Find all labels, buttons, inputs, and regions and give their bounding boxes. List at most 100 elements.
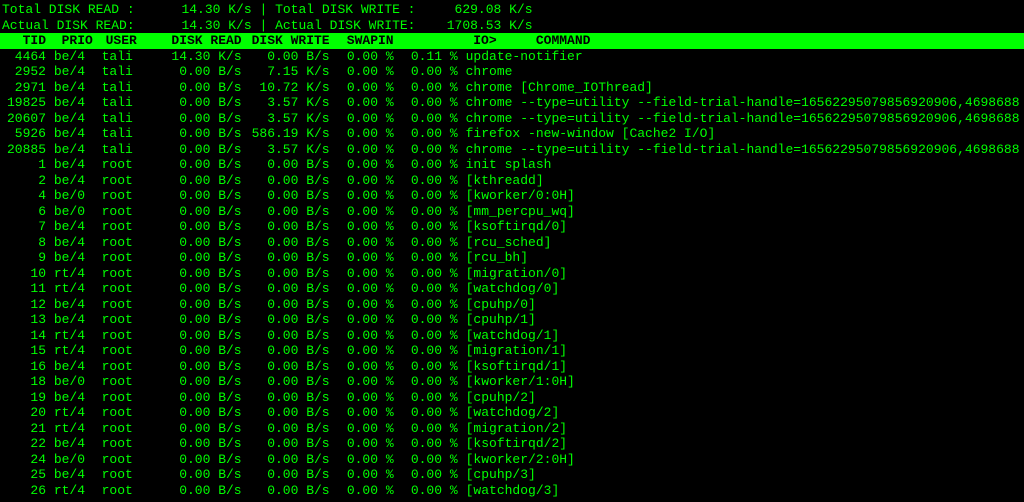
cmd: [ksoftirqd/1] bbox=[458, 359, 567, 375]
io: 0.00 % bbox=[394, 64, 458, 80]
io: 0.00 % bbox=[394, 188, 458, 204]
dr: 0.00 B/s bbox=[154, 266, 242, 282]
dw: 586.19 K/s bbox=[242, 126, 330, 142]
io: 0.11 % bbox=[394, 49, 458, 65]
sw: 0.00 % bbox=[330, 188, 394, 204]
dw: 0.00 B/s bbox=[242, 483, 330, 499]
prio: be/0 bbox=[54, 188, 94, 204]
process-row[interactable]: 5926 be/4 tali0.00 B/s586.19 K/s0.00 %0.… bbox=[0, 126, 1024, 142]
io: 0.00 % bbox=[394, 359, 458, 375]
user: tali bbox=[102, 126, 154, 142]
io: 0.00 % bbox=[394, 374, 458, 390]
column-header-row[interactable]: TID PRIOUSERDISK READDISK WRITESWAPIN IO… bbox=[0, 33, 1024, 49]
process-row[interactable]: 4464 be/4 tali14.30 K/s0.00 B/s0.00 %0.1… bbox=[0, 49, 1024, 65]
process-row[interactable]: 13 be/4 root0.00 B/s0.00 B/s0.00 %0.00 %… bbox=[0, 312, 1024, 328]
tid: 14 bbox=[2, 328, 46, 344]
user: root bbox=[102, 436, 154, 452]
cmd: [kworker/1:0H] bbox=[458, 374, 575, 390]
col-swapin[interactable]: SWAPIN bbox=[330, 33, 394, 49]
prio: be/4 bbox=[54, 142, 94, 158]
tid: 19 bbox=[2, 390, 46, 406]
sw: 0.00 % bbox=[330, 297, 394, 313]
dw: 3.57 K/s bbox=[242, 142, 330, 158]
user: root bbox=[102, 452, 154, 468]
process-row[interactable]: 20 rt/4 root0.00 B/s0.00 B/s0.00 %0.00 %… bbox=[0, 405, 1024, 421]
process-row[interactable]: 7 be/4 root0.00 B/s0.00 B/s0.00 %0.00 %[… bbox=[0, 219, 1024, 235]
process-row[interactable]: 26 rt/4 root0.00 B/s0.00 B/s0.00 %0.00 %… bbox=[0, 483, 1024, 499]
process-row[interactable]: 19 be/4 root0.00 B/s0.00 B/s0.00 %0.00 %… bbox=[0, 390, 1024, 406]
actual-disk-read-value: 14.30 K/s bbox=[181, 18, 251, 33]
process-row[interactable]: 18 be/0 root0.00 B/s0.00 B/s0.00 %0.00 %… bbox=[0, 374, 1024, 390]
process-row[interactable]: 20885 be/4 tali0.00 B/s3.57 K/s0.00 %0.0… bbox=[0, 142, 1024, 158]
process-row[interactable]: 6 be/0 root0.00 B/s0.00 B/s0.00 %0.00 %[… bbox=[0, 204, 1024, 220]
process-row[interactable]: 11 rt/4 root0.00 B/s0.00 B/s0.00 %0.00 %… bbox=[0, 281, 1024, 297]
tid: 1 bbox=[2, 157, 46, 173]
process-row[interactable]: 1 be/4 root0.00 B/s0.00 B/s0.00 %0.00 %i… bbox=[0, 157, 1024, 173]
sw: 0.00 % bbox=[330, 266, 394, 282]
prio: rt/4 bbox=[54, 421, 94, 437]
dr: 0.00 B/s bbox=[154, 188, 242, 204]
dr: 0.00 B/s bbox=[154, 467, 242, 483]
io: 0.00 % bbox=[394, 343, 458, 359]
io: 0.00 % bbox=[394, 452, 458, 468]
dr: 0.00 B/s bbox=[154, 219, 242, 235]
sw: 0.00 % bbox=[330, 452, 394, 468]
process-row[interactable]: 10 rt/4 root0.00 B/s0.00 B/s0.00 %0.00 %… bbox=[0, 266, 1024, 282]
dw: 0.00 B/s bbox=[242, 359, 330, 375]
col-disk-write[interactable]: DISK WRITE bbox=[242, 33, 330, 49]
dr: 0.00 B/s bbox=[154, 343, 242, 359]
io: 0.00 % bbox=[394, 297, 458, 313]
sw: 0.00 % bbox=[330, 281, 394, 297]
sw: 0.00 % bbox=[330, 111, 394, 127]
col-user[interactable]: USER bbox=[106, 33, 158, 49]
dr: 0.00 B/s bbox=[154, 452, 242, 468]
io: 0.00 % bbox=[394, 312, 458, 328]
col-io-sorted[interactable]: IO> bbox=[433, 33, 497, 49]
io: 0.00 % bbox=[394, 390, 458, 406]
cmd: chrome bbox=[458, 64, 513, 80]
process-row[interactable]: 2971 be/4 tali0.00 B/s10.72 K/s0.00 %0.0… bbox=[0, 80, 1024, 96]
process-row[interactable]: 22 be/4 root0.00 B/s0.00 B/s0.00 %0.00 %… bbox=[0, 436, 1024, 452]
process-row[interactable]: 21 rt/4 root0.00 B/s0.00 B/s0.00 %0.00 %… bbox=[0, 421, 1024, 437]
process-row[interactable]: 12 be/4 root0.00 B/s0.00 B/s0.00 %0.00 %… bbox=[0, 297, 1024, 313]
process-row[interactable]: 14 rt/4 root0.00 B/s0.00 B/s0.00 %0.00 %… bbox=[0, 328, 1024, 344]
process-row[interactable]: 2 be/4 root0.00 B/s0.00 B/s0.00 %0.00 %[… bbox=[0, 173, 1024, 189]
col-command[interactable]: COMMAND bbox=[528, 33, 591, 49]
sw: 0.00 % bbox=[330, 142, 394, 158]
process-row[interactable]: 4 be/0 root0.00 B/s0.00 B/s0.00 %0.00 %[… bbox=[0, 188, 1024, 204]
dr: 0.00 B/s bbox=[154, 64, 242, 80]
prio: rt/4 bbox=[54, 343, 94, 359]
user: root bbox=[102, 343, 154, 359]
dr: 0.00 B/s bbox=[154, 297, 242, 313]
sw: 0.00 % bbox=[330, 483, 394, 499]
dw: 3.57 K/s bbox=[242, 111, 330, 127]
prio: be/4 bbox=[54, 157, 94, 173]
sw: 0.00 % bbox=[330, 157, 394, 173]
sw: 0.00 % bbox=[330, 359, 394, 375]
process-list[interactable]: 4464 be/4 tali14.30 K/s0.00 B/s0.00 %0.1… bbox=[0, 49, 1024, 499]
process-row[interactable]: 9 be/4 root0.00 B/s0.00 B/s0.00 %0.00 %[… bbox=[0, 250, 1024, 266]
total-disk-read-value: 14.30 K/s bbox=[181, 2, 251, 17]
dr: 0.00 B/s bbox=[154, 250, 242, 266]
io: 0.00 % bbox=[394, 80, 458, 96]
prio: rt/4 bbox=[54, 483, 94, 499]
tid: 13 bbox=[2, 312, 46, 328]
process-row[interactable]: 15 rt/4 root0.00 B/s0.00 B/s0.00 %0.00 %… bbox=[0, 343, 1024, 359]
dw: 0.00 B/s bbox=[242, 390, 330, 406]
process-row[interactable]: 8 be/4 root0.00 B/s0.00 B/s0.00 %0.00 %[… bbox=[0, 235, 1024, 251]
process-row[interactable]: 24 be/0 root0.00 B/s0.00 B/s0.00 %0.00 %… bbox=[0, 452, 1024, 468]
user: root bbox=[102, 390, 154, 406]
process-row[interactable]: 19825 be/4 tali0.00 B/s3.57 K/s0.00 %0.0… bbox=[0, 95, 1024, 111]
cmd: [kworker/2:0H] bbox=[458, 452, 575, 468]
col-prio[interactable]: PRIO bbox=[62, 33, 106, 49]
user: tali bbox=[102, 80, 154, 96]
process-row[interactable]: 2952 be/4 tali0.00 B/s7.15 K/s0.00 %0.00… bbox=[0, 64, 1024, 80]
col-tid[interactable]: TID bbox=[2, 33, 46, 49]
dw: 10.72 K/s bbox=[242, 80, 330, 96]
process-row[interactable]: 25 be/4 root0.00 B/s0.00 B/s0.00 %0.00 %… bbox=[0, 467, 1024, 483]
io: 0.00 % bbox=[394, 266, 458, 282]
process-row[interactable]: 20607 be/4 tali0.00 B/s3.57 K/s0.00 %0.0… bbox=[0, 111, 1024, 127]
process-row[interactable]: 16 be/4 root0.00 B/s0.00 B/s0.00 %0.00 %… bbox=[0, 359, 1024, 375]
col-disk-read[interactable]: DISK READ bbox=[158, 33, 242, 49]
prio: be/4 bbox=[54, 126, 94, 142]
